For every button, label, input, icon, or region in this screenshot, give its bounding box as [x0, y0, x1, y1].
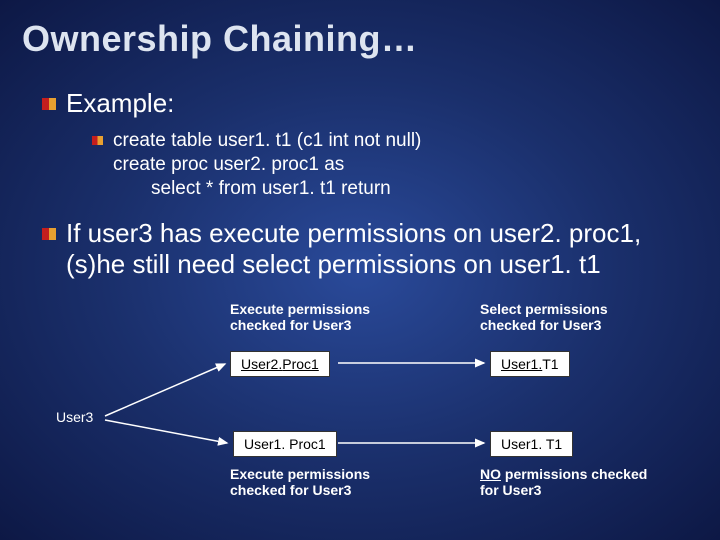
code-line: create table user1. t1 (c1 int not null) — [113, 129, 421, 153]
code-line: create proc user2. proc1 as — [113, 153, 421, 177]
diagram-arrows — [0, 301, 720, 511]
diagram: Execute permissions checked for User3 Se… — [0, 301, 720, 511]
bullet-paragraph: If user3 has execute permissions on user… — [42, 218, 720, 280]
code-line: select * from user1. t1 return — [151, 177, 421, 201]
code-block: create table user1. t1 (c1 int not null)… — [92, 129, 720, 200]
bullet-icon — [42, 228, 56, 240]
bullet-example: Example: — [42, 88, 720, 119]
bullet-icon — [92, 136, 103, 145]
bullet-example-text: Example: — [66, 88, 174, 119]
bullet-icon — [42, 98, 56, 110]
bullet-paragraph-text: If user3 has execute permissions on user… — [66, 218, 700, 280]
code-lines: create table user1. t1 (c1 int not null)… — [113, 129, 421, 200]
slide-title: Ownership Chaining… — [0, 0, 720, 60]
